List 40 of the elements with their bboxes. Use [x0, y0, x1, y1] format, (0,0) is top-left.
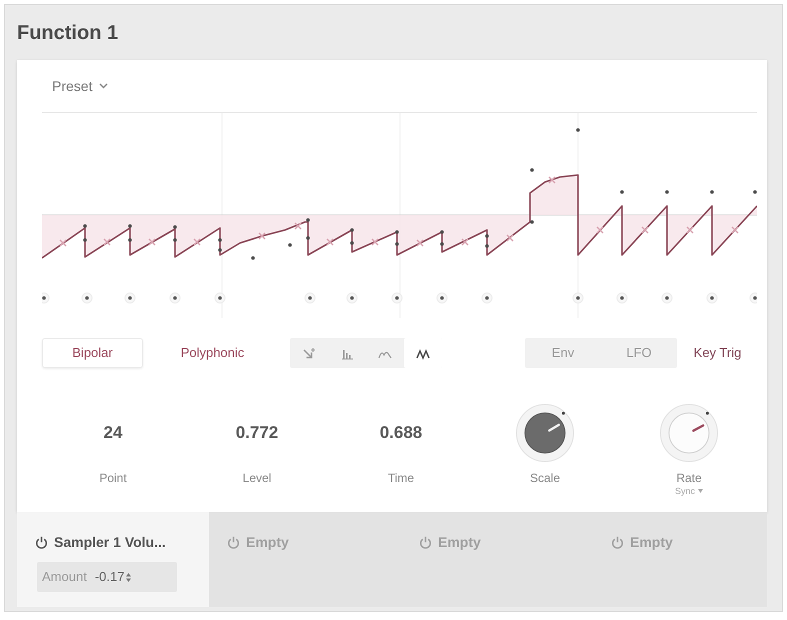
parameter-label: Time	[388, 471, 414, 485]
knob[interactable]	[515, 403, 575, 463]
step-marker-icon	[706, 292, 718, 304]
amount-value: -0.17	[94, 568, 124, 586]
step-marker-icon	[662, 292, 672, 304]
parameter-value[interactable]: 0.688	[380, 423, 422, 443]
step-marker-icon	[170, 292, 180, 304]
parameter-label: Point	[99, 471, 127, 485]
stepper-icon[interactable]	[126, 572, 132, 582]
toggle-button[interactable]: Polyphonic	[165, 338, 260, 368]
step-marker-icon	[42, 292, 50, 304]
slot-title: Sampler 1 Volu...	[54, 534, 166, 550]
key-trig-toggle[interactable]: Key Trig	[680, 338, 755, 368]
preset-dropdown[interactable]: Preset	[52, 77, 108, 95]
step-marker-icon	[124, 292, 136, 304]
parameter-value[interactable]: 24	[104, 423, 122, 443]
panel-title: Function 1	[17, 22, 118, 42]
power-icon[interactable]	[35, 536, 48, 548]
caret-down-icon	[698, 489, 703, 493]
zigzag-icon	[416, 346, 430, 360]
step-marker-icon	[304, 292, 316, 304]
slot-title: Empty	[438, 534, 481, 550]
step-marker-icon	[482, 292, 492, 304]
modulation-slot[interactable]: Sampler 1 Volu... Amount -0.17	[17, 512, 209, 607]
slot-title: Empty	[246, 534, 289, 550]
step-marker-icon	[82, 292, 92, 304]
parameter-label: Scale	[530, 471, 560, 485]
chevron-down-icon	[99, 83, 108, 89]
parameter-label: Rate	[676, 471, 702, 485]
amount-label: Amount	[42, 568, 87, 586]
step-marker-icon	[346, 292, 358, 304]
step-marker-icon	[436, 292, 448, 304]
parameter-label: Level	[242, 471, 272, 485]
step-marker-icon	[616, 292, 628, 304]
amount-field[interactable]: Amount -0.17	[37, 562, 177, 592]
parameter-value[interactable]: 0.772	[236, 423, 278, 443]
arrow-icon	[302, 346, 316, 360]
step-marker-icon	[750, 292, 757, 304]
toggle-button[interactable]: Bipolar	[42, 338, 143, 368]
slot-title: Empty	[630, 534, 673, 550]
